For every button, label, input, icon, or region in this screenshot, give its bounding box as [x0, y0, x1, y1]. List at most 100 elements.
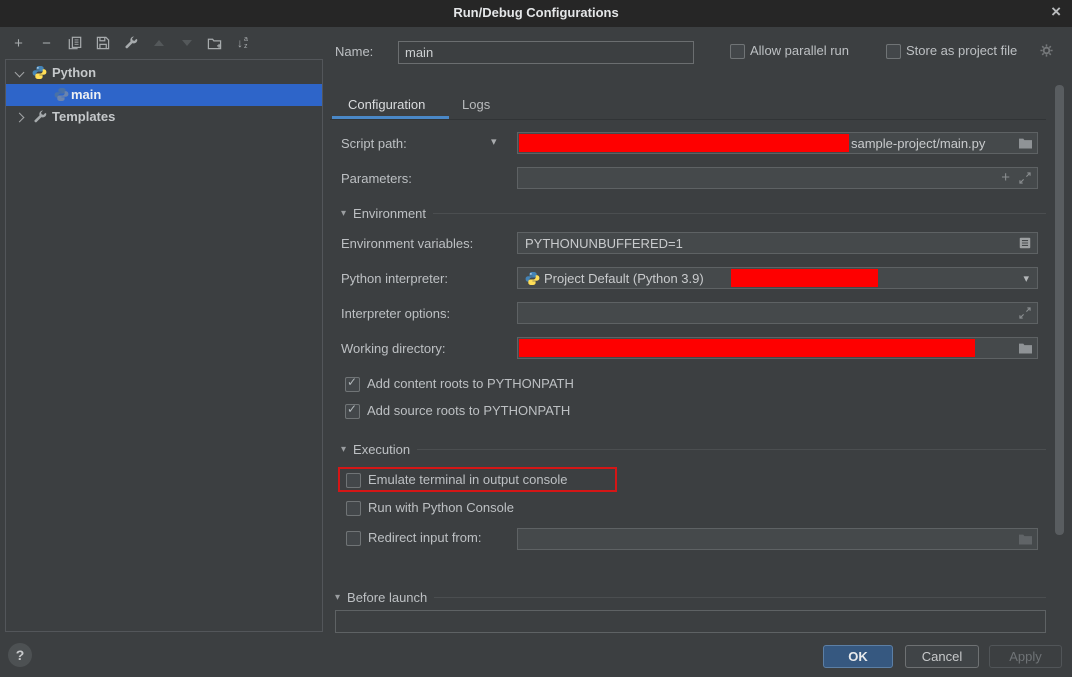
copy-icon — [68, 36, 82, 50]
sort-arrow-icon: ↓ — [237, 36, 243, 50]
help-button[interactable]: ? — [8, 643, 32, 667]
store-as-project-file-checkbox[interactable] — [886, 44, 901, 59]
python-interpreter-combo[interactable]: Project Default (Python 3.9) ▾ — [517, 267, 1038, 289]
redaction-bar — [731, 269, 878, 287]
dialog-title: Run/Debug Configurations — [0, 5, 1072, 20]
before-launch-section-header[interactable]: ▾ Before launch — [335, 590, 1046, 605]
redaction-bar — [519, 134, 849, 152]
section-title: Execution — [353, 442, 410, 457]
environment-variables-value: PYTHONUNBUFFERED=1 — [525, 236, 683, 251]
section-title: Environment — [353, 206, 426, 221]
plus-icon: + — [14, 35, 23, 52]
tab-separator — [330, 119, 1046, 120]
add-source-roots-label: Add source roots to PYTHONPATH — [367, 403, 570, 418]
script-path-field[interactable]: sample-project/main.py — [517, 132, 1038, 154]
tree-item-python[interactable]: Python — [6, 62, 322, 84]
arrow-up-icon — [154, 40, 164, 46]
parameters-field[interactable]: + — [517, 167, 1038, 189]
wrench-icon — [124, 36, 138, 50]
question-mark-icon: ? — [16, 647, 25, 663]
close-icon[interactable]: × — [1051, 2, 1061, 22]
execution-section-header[interactable]: ▾ Execution — [341, 442, 1046, 457]
section-divider — [417, 449, 1046, 450]
section-collapse-icon[interactable]: ▾ — [335, 593, 340, 603]
allow-parallel-run-checkbox[interactable] — [730, 44, 745, 59]
parameters-label: Parameters: — [341, 171, 412, 186]
script-path-label: Script path: — [341, 136, 407, 151]
save-icon — [96, 36, 110, 50]
python-icon — [54, 87, 69, 102]
arrow-down-icon — [182, 40, 192, 46]
name-input[interactable] — [398, 41, 694, 64]
add-source-roots-checkbox[interactable] — [345, 404, 360, 419]
section-divider — [433, 213, 1046, 214]
folder-icon[interactable] — [1018, 533, 1033, 546]
tree-item-templates[interactable]: Templates — [6, 106, 322, 128]
environment-variables-label: Environment variables: — [341, 236, 473, 251]
script-path-value: sample-project/main.py — [851, 136, 985, 151]
browse-variables-icon[interactable] — [1018, 236, 1032, 250]
working-directory-field[interactable] — [517, 337, 1038, 359]
redirect-input-field[interactable] — [517, 528, 1038, 550]
wrench-icon — [33, 110, 47, 124]
gear-icon[interactable] — [1039, 43, 1054, 58]
sort-configurations-button[interactable]: ↓ az — [234, 35, 251, 52]
interpreter-options-label: Interpreter options: — [341, 306, 450, 321]
configurations-toolbar: + − ↓ az — [10, 33, 251, 53]
tab-logs[interactable]: Logs — [462, 97, 490, 112]
move-down-button[interactable] — [178, 35, 195, 52]
environment-variables-field[interactable]: PYTHONUNBUFFERED=1 — [517, 232, 1038, 254]
interpreter-options-field[interactable] — [517, 302, 1038, 324]
expand-field-icon[interactable] — [1019, 172, 1031, 184]
chevron-right-icon[interactable] — [15, 113, 25, 123]
new-folder-icon — [207, 36, 222, 51]
edit-templates-button[interactable] — [122, 35, 139, 52]
run-with-python-console-label: Run with Python Console — [368, 500, 514, 515]
tab-configuration[interactable]: Configuration — [348, 97, 425, 112]
add-content-roots-label: Add content roots to PYTHONPATH — [367, 376, 574, 391]
cancel-button[interactable]: Cancel — [905, 645, 979, 668]
chevron-down-icon[interactable]: ▾ — [491, 135, 497, 148]
title-bar: Run/Debug Configurations × — [0, 0, 1072, 27]
emulate-terminal-label: Emulate terminal in output console — [368, 472, 567, 487]
name-label: Name: — [335, 44, 373, 59]
chevron-down-icon[interactable] — [15, 68, 25, 78]
before-launch-task-list[interactable] — [335, 610, 1046, 633]
folder-icon[interactable] — [1018, 137, 1033, 150]
section-collapse-icon[interactable]: ▾ — [341, 445, 346, 455]
section-title: Before launch — [347, 590, 427, 605]
python-interpreter-value: Project Default (Python 3.9) — [544, 271, 704, 286]
working-directory-label: Working directory: — [341, 341, 446, 356]
remove-configuration-button[interactable]: − — [38, 35, 55, 52]
section-divider — [434, 597, 1046, 598]
active-tab-underline — [332, 116, 449, 119]
section-collapse-icon[interactable]: ▾ — [341, 209, 346, 219]
run-debug-configurations-dialog: Run/Debug Configurations × + − ↓ az Pyth… — [0, 0, 1072, 677]
add-content-roots-checkbox[interactable] — [345, 377, 360, 392]
python-icon — [525, 271, 540, 286]
allow-parallel-run-label: Allow parallel run — [750, 43, 849, 58]
environment-section-header[interactable]: ▾ Environment — [341, 206, 1046, 221]
chevron-down-icon[interactable]: ▾ — [1023, 272, 1029, 285]
store-as-project-file-label: Store as project file — [906, 43, 1017, 58]
redaction-bar — [519, 339, 975, 357]
redirect-input-label: Redirect input from: — [368, 530, 481, 545]
tree-item-main[interactable]: main — [6, 84, 322, 106]
vertical-scrollbar-thumb[interactable] — [1055, 85, 1064, 535]
move-up-button[interactable] — [150, 35, 167, 52]
python-icon — [32, 65, 47, 80]
add-macro-icon[interactable]: + — [1001, 169, 1010, 186]
save-configuration-button[interactable] — [94, 35, 111, 52]
run-with-python-console-checkbox[interactable] — [346, 501, 361, 516]
expand-field-icon[interactable] — [1019, 307, 1031, 319]
apply-button[interactable]: Apply — [989, 645, 1062, 668]
ok-button[interactable]: OK — [823, 645, 893, 668]
copy-configuration-button[interactable] — [66, 35, 83, 52]
add-configuration-button[interactable]: + — [10, 35, 27, 52]
create-folder-button[interactable] — [206, 35, 223, 52]
emulate-terminal-checkbox[interactable] — [346, 473, 361, 488]
tree-item-label: main — [71, 87, 101, 102]
minus-icon: − — [42, 35, 51, 52]
folder-icon[interactable] — [1018, 342, 1033, 355]
redirect-input-checkbox[interactable] — [346, 531, 361, 546]
